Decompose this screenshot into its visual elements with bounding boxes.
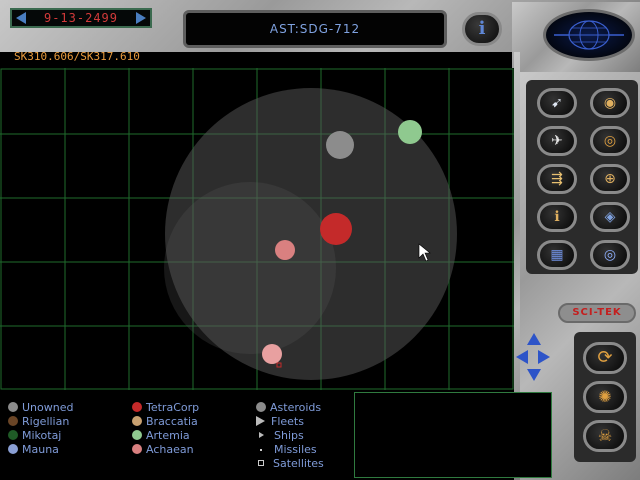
asteroid-achaean[interactable] — [275, 240, 295, 260]
target-name: AST:SDG-712 — [269, 22, 361, 36]
sci-tek-logo: SCI-TEK — [558, 303, 636, 323]
asteroid-unowned[interactable] — [326, 131, 354, 159]
asteroid-artemia[interactable] — [398, 120, 422, 144]
target-scope-button[interactable]: ◎ — [590, 126, 630, 156]
legend-label: Rigellian — [22, 415, 70, 428]
date-text: 9-13-2499 — [43, 11, 119, 25]
date-forward-arrow-icon[interactable] — [136, 12, 146, 24]
fleet-to-planet-button[interactable]: ⇶ — [537, 164, 577, 194]
legend-label: Braccatia — [146, 415, 198, 428]
legend-item: Achaean — [132, 443, 194, 457]
ship-marker-icon — [259, 432, 264, 438]
legend-label: Artemia — [146, 429, 190, 442]
orbit-icon: ✺ — [598, 387, 612, 406]
target-display: AST:SDG-712 — [183, 10, 447, 48]
legend-dot — [8, 402, 18, 412]
legend-item: Fleets — [256, 415, 304, 429]
legend-item: Mauna — [8, 443, 59, 457]
laser-attack-button[interactable]: ➹ — [537, 88, 577, 118]
legend-item: Ships — [256, 429, 304, 443]
scroll-down-arrow-icon[interactable] — [527, 369, 541, 381]
asteroid-marker-icon — [256, 402, 266, 412]
legend-dot — [8, 444, 18, 454]
diamond-icon: ◈ — [604, 209, 616, 225]
skull-button[interactable]: ☠ — [583, 420, 627, 452]
fleet-marker-icon — [256, 416, 265, 426]
scroll-right-arrow-icon[interactable] — [538, 350, 550, 364]
scroll-left-arrow-icon[interactable] — [516, 350, 528, 364]
legend-item: Artemia — [132, 429, 190, 443]
sci-tek-label: SCI-TEK — [572, 307, 622, 318]
info-button[interactable]: i — [462, 12, 502, 46]
rotate-icon: ⟳ — [597, 347, 613, 368]
legend-item: Asteroids — [256, 401, 321, 415]
diamond-button[interactable]: ◈ — [590, 202, 630, 232]
asteroid-tetracorp[interactable] — [320, 213, 352, 245]
legend-item: Mikotaj — [8, 429, 61, 443]
fleet-target-button[interactable]: ⊕ — [590, 164, 630, 194]
target-scope-icon: ◎ — [603, 133, 617, 149]
info-planet-button[interactable]: ℹ — [537, 202, 577, 232]
legend-item: TetraCorp — [132, 401, 199, 415]
grid-icon: ▦ — [550, 247, 564, 263]
legend-item: Missiles — [256, 443, 317, 457]
map-svg — [0, 68, 514, 390]
eye-button[interactable]: ◎ — [590, 240, 630, 270]
legend-dot — [132, 444, 142, 454]
legend-label: Asteroids — [270, 401, 322, 414]
legend-dot — [8, 430, 18, 440]
fleet-target-icon: ⊕ — [604, 171, 616, 187]
legend-item: Satellites — [256, 457, 324, 471]
legend-label: Unowned — [22, 401, 74, 414]
ship-icon: ✈ — [551, 133, 563, 149]
laser-attack-icon: ➹ — [551, 95, 563, 111]
legend-label: Fleets — [271, 415, 304, 428]
legend-dot — [132, 430, 142, 440]
legend-item: Braccatia — [132, 415, 198, 429]
eye-icon: ◎ — [603, 247, 617, 263]
legend-label: Ships — [274, 429, 304, 442]
galaxy-globe-button[interactable] — [543, 9, 635, 61]
satellite-marker-icon — [258, 460, 264, 466]
legend-dot — [132, 416, 142, 426]
ship-button[interactable]: ✈ — [537, 126, 577, 156]
rotate-button[interactable]: ⟳ — [583, 342, 627, 374]
sector-coordinates: SK310.606/SK317.610 — [14, 50, 140, 63]
legend-label: Achaean — [146, 443, 194, 456]
legend-label: Satellites — [273, 457, 324, 470]
legend-item: Rigellian — [8, 415, 69, 429]
legend-dot — [8, 416, 18, 426]
legend-label: Mikotaj — [22, 429, 62, 442]
orbit-button[interactable]: ✺ — [583, 381, 627, 413]
globe-icon — [554, 20, 624, 50]
legend-label: TetraCorp — [146, 401, 200, 414]
info-icon: i — [478, 18, 486, 39]
skull-icon: ☠ — [597, 426, 613, 445]
date-display: 9-13-2499 — [10, 8, 152, 28]
legend-label: Missiles — [274, 443, 317, 456]
info-planet-icon: ℹ — [554, 209, 560, 225]
details-panel — [354, 392, 552, 478]
star-map[interactable] — [0, 68, 514, 390]
planet-eye-button[interactable]: ◉ — [590, 88, 630, 118]
scroll-up-arrow-icon[interactable] — [527, 333, 541, 345]
planet-eye-icon: ◉ — [603, 95, 617, 111]
asteroid-achaean-2[interactable] — [262, 344, 282, 364]
grid-button[interactable]: ▦ — [537, 240, 577, 270]
missile-marker-icon — [260, 449, 262, 451]
map-legend: Unowned Rigellian Mikotaj Mauna TetraCor… — [0, 392, 350, 480]
legend-dot — [132, 402, 142, 412]
fleet-to-planet-icon: ⇶ — [551, 171, 563, 187]
legend-item: Unowned — [8, 401, 73, 415]
legend-label: Mauna — [22, 443, 59, 456]
